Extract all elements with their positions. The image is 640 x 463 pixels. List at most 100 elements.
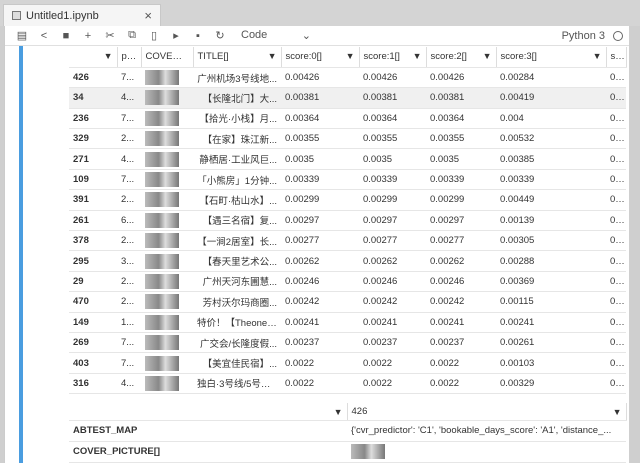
cover-cell	[141, 332, 193, 354]
filter-icon[interactable]: ▼	[593, 51, 602, 61]
filter-icon[interactable]: ▼	[613, 407, 622, 417]
cover-thumbnail	[145, 212, 179, 228]
table-cell: 0.00297	[359, 210, 426, 232]
share-icon[interactable]: <	[33, 30, 55, 42]
toolbar: ▤ < ■ + ✂ ⧉ ▯ ▸ ▪ ↻ Code ⌄ Python 3	[5, 26, 629, 46]
column-header[interactable]: score:0[] ▼	[281, 47, 360, 68]
run-icon[interactable]: ▸	[165, 29, 187, 42]
table-cell: 0.00	[606, 352, 626, 374]
column-header-label: score:0[]	[285, 51, 322, 63]
table-row[interactable]: 329 2... 【在家】珠江新... 0.00355 0.00355 0.00355 0.…	[69, 128, 626, 150]
table-cell: 1...	[117, 312, 141, 333]
cut-icon[interactable]: ✂	[99, 29, 121, 42]
cover-cell	[141, 271, 193, 293]
table-row[interactable]: 470 2... 芳村沃尔玛商圈... 0.00242 0.00242 0.00242 0.…	[69, 291, 626, 313]
table-cell: 0.00	[606, 67, 626, 89]
table-row[interactable]: 149 1... 特价！【Theone.... 0.00241 0.00241 0.002…	[69, 312, 626, 333]
table-row[interactable]: 34 4... 【长隆北门】大... 0.00381 0.00381 0.00381 0.0…	[69, 87, 626, 109]
table-row[interactable]: 403 7... 【美宜佳民宿】... 0.0022 0.0022 0.0022 0.001…	[69, 352, 626, 374]
table-cell: 0.00299	[281, 189, 359, 211]
table-cell: 【一涧2居室】长...	[193, 230, 281, 252]
detail-key: COVER_PICTURE[]	[69, 441, 347, 463]
table-cell: 0.00297	[426, 210, 496, 232]
table-cell: 0.00288	[496, 250, 606, 272]
filter-icon[interactable]: ▼	[346, 51, 355, 61]
table-cell: 261	[69, 210, 117, 232]
table-cell: 7...	[117, 108, 141, 130]
column-header[interactable]: score:2[] ▼	[426, 47, 497, 68]
table-cell: 静栖居·工业风巨...	[193, 148, 281, 170]
table-row[interactable]: 316 4... 独白·3号线/5号线... 0.0022 0.0022 0.0022 0.…	[69, 373, 626, 395]
table-row[interactable]: 295 3... 【春天里艺术公... 0.00262 0.00262 0.00262 0.…	[69, 250, 626, 272]
column-header[interactable]: sco	[606, 47, 627, 68]
table-cell: 0.00385	[496, 148, 606, 170]
filter-icon[interactable]: ▼	[483, 51, 492, 61]
table-row[interactable]: 271 4... 静栖居·工业风巨... 0.0035 0.0035 0.0035 0.00…	[69, 148, 626, 170]
table-cell: 0.00	[606, 210, 626, 232]
save-icon[interactable]: ■	[55, 30, 77, 42]
column-header-label: TITLE[]	[197, 51, 229, 63]
column-header[interactable]: score:1[] ▼	[359, 47, 427, 68]
table-cell: 0.00261	[496, 332, 606, 354]
table-cell: 0.00381	[426, 87, 496, 109]
table-row[interactable]: 269 7... 广交会/长隆度假... 0.00237 0.00237 0.00237 0…	[69, 332, 626, 354]
table-cell: 【石町·枯山水】...	[193, 189, 281, 211]
table-cell: 0.00	[606, 332, 626, 354]
table-cell: 0.00115	[496, 291, 606, 313]
filter-icon[interactable]: ▼	[268, 51, 277, 61]
table-row[interactable]: 261 6... 【遇三名宿】复... 0.00297 0.00297 0.00297 0.…	[69, 210, 626, 232]
table-cell: 0.00	[606, 148, 626, 170]
table-row[interactable]: 29 2... 广州天河东圃慧... 0.00246 0.00246 0.00246 0.0…	[69, 271, 626, 293]
table-cell: 6...	[117, 210, 141, 232]
copy-icon[interactable]: ⧉	[121, 29, 143, 42]
detail-row: ABTEST_MAP {'cvr_predictor': 'C1', 'booka…	[69, 420, 626, 442]
table-cell: 0.00532	[496, 128, 606, 150]
table-cell: 403	[69, 352, 117, 374]
table-cell: 特价！【Theone....	[193, 312, 281, 333]
paste-icon[interactable]: ▯	[143, 29, 165, 42]
table-cell: 0.00449	[496, 189, 606, 211]
column-header[interactable]: score:3[] ▼	[496, 47, 607, 68]
stop-icon[interactable]: ▪	[187, 30, 209, 42]
table-cell: 2...	[117, 189, 141, 211]
column-header[interactable]: pAb	[117, 47, 142, 68]
cover-cell	[141, 189, 193, 211]
column-header[interactable]: TITLE[] ▼	[193, 47, 282, 68]
filter-icon[interactable]: ▼	[334, 407, 343, 417]
table-row[interactable]: 109 7... 「小熊房」1分钟... 0.00339 0.00339 0.00339 0…	[69, 169, 626, 191]
cover-thumbnail	[145, 335, 179, 351]
table-cell: 0.0022	[426, 373, 496, 395]
table-cell: 0.00364	[281, 108, 359, 130]
table-cell: 2...	[117, 230, 141, 252]
detail-value: {'cvr_predictor': 'C1', 'bookable_days_s…	[347, 420, 626, 442]
table-cell: 0.004	[496, 108, 606, 130]
column-header[interactable]: ▼	[69, 47, 118, 68]
calendar-icon[interactable]: ▤	[11, 29, 33, 42]
restart-icon[interactable]: ↻	[209, 29, 231, 42]
table-cell: 0.00246	[426, 271, 496, 293]
cover-cell	[141, 108, 193, 130]
table-cell: 378	[69, 230, 117, 252]
filter-icon[interactable]: ▼	[104, 51, 113, 61]
cell-type-select[interactable]: Code ⌄	[241, 29, 311, 42]
cover-thumbnail	[145, 375, 179, 391]
table-cell: 0.00	[606, 312, 626, 333]
close-icon[interactable]: ×	[144, 8, 152, 23]
detail-header-key[interactable]: ▼	[69, 403, 348, 421]
table-cell: 0.00	[606, 373, 626, 395]
filter-icon[interactable]: ▼	[413, 51, 422, 61]
column-header[interactable]: COVER_PI	[141, 47, 194, 68]
cover-thumbnail	[351, 444, 385, 459]
tab-notebook[interactable]: Untitled1.ipynb ×	[3, 4, 161, 26]
add-cell-icon[interactable]: +	[77, 30, 99, 42]
table-row[interactable]: 426 7... 广州机场3号线地... 0.00426 0.00426 0.00426 0…	[69, 67, 626, 89]
cover-thumbnail	[145, 273, 179, 289]
cover-thumbnail	[145, 131, 179, 147]
table-cell: 0.00299	[359, 189, 426, 211]
table-cell: 【拾光·小栈】月...	[193, 108, 281, 130]
table-row[interactable]: 378 2... 【一涧2居室】长... 0.00277 0.00277 0.00277 0…	[69, 230, 626, 252]
table-row[interactable]: 391 2... 【石町·枯山水】... 0.00299 0.00299 0.00299 0…	[69, 189, 626, 211]
detail-header-value[interactable]: 426 ▼	[347, 403, 627, 421]
table-row[interactable]: 236 7... 【拾光·小栈】月... 0.00364 0.00364 0.00364 0…	[69, 108, 626, 130]
cover-cell	[141, 169, 193, 191]
